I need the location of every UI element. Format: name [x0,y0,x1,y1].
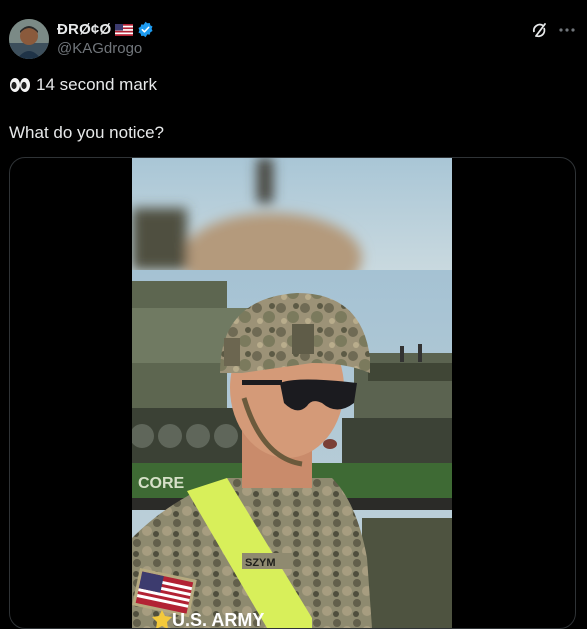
video-card[interactable]: CORE SZYM U.S. ARMY [9,157,576,629]
verified-badge-icon [137,21,154,38]
eyes-emoji-icon [9,76,31,94]
tweet: ĐRØ¢Ø @KAGdrogo 14 second mark What do y… [0,0,587,629]
more-icon[interactable] [556,19,578,41]
avatar[interactable] [9,19,49,59]
tweet-text-2: What do you notice? [9,123,164,142]
display-name[interactable]: ĐRØ¢Ø [57,21,111,38]
us-flag-icon [115,23,134,36]
grok-icon[interactable] [528,19,550,41]
tweet-text-1: 14 second mark [36,75,157,94]
railcar-text: CORE [138,475,185,492]
video-caption: U.S. ARMY [172,610,264,628]
video-frame[interactable]: CORE SZYM U.S. ARMY [130,158,452,628]
nametape-text: SZYM [245,557,276,569]
author-handle[interactable]: @KAGdrogo [57,40,142,57]
tweet-text-line-1: 14 second mark [9,74,157,96]
author-name-row: ĐRØ¢Ø [57,19,154,39]
